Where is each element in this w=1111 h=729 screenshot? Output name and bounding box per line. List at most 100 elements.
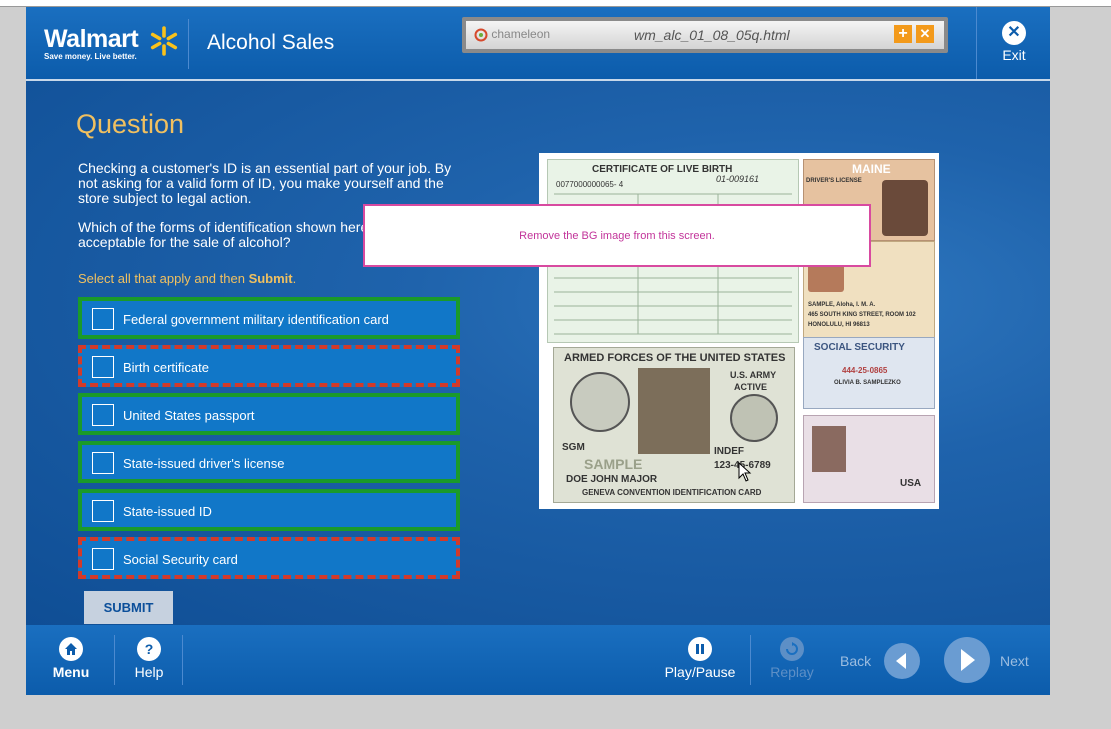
course-player: Walmart Save money. Live better. Alcohol…: [26, 7, 1050, 695]
checkbox[interactable]: [92, 404, 114, 426]
close-icon: ✕: [1002, 21, 1026, 45]
checkbox[interactable]: [92, 500, 114, 522]
chameleon-close-button[interactable]: ✕: [916, 25, 934, 43]
home-glyph: [65, 643, 77, 655]
military-branch: U.S. ARMY: [730, 370, 777, 380]
chameleon-logo-icon: [474, 28, 488, 42]
passport-photo: [812, 426, 846, 472]
answer-label: Social Security card: [123, 552, 238, 567]
instruction-hint: Select all that apply and then Submit.: [78, 271, 296, 286]
help-icon: ?: [137, 637, 161, 661]
answer-option[interactable]: Social Security card: [78, 537, 460, 579]
chameleon-toolbar: chameleon wm_alc_01_08_05q.html + ✕: [462, 17, 948, 53]
military-rank: SGM: [562, 442, 585, 453]
answer-label: United States passport: [123, 408, 255, 423]
military-title: ARMED FORCES OF THE UNITED STATES: [564, 352, 786, 364]
walmart-spark-icon: [150, 26, 178, 56]
review-note-popup: Remove the BG image from this screen.: [363, 204, 871, 267]
license-state: MAINE: [852, 162, 891, 176]
mouse-cursor-icon: [738, 462, 752, 482]
state-id-city: HONOLULU, HI 96813: [808, 322, 870, 328]
passport-country: USA: [900, 478, 922, 489]
next-button[interactable]: [944, 637, 990, 683]
pause-glyph: [696, 644, 704, 654]
next-arrow-icon: [961, 649, 975, 671]
military-id-photo: [638, 368, 710, 454]
checkbox[interactable]: [92, 308, 114, 330]
checkbox[interactable]: [92, 452, 114, 474]
ssn-number: 444-25-0865: [842, 366, 888, 375]
answer-option[interactable]: United States passport: [78, 393, 460, 435]
submit-button[interactable]: SUBMIT: [84, 591, 173, 624]
hint-action: Submit: [248, 271, 293, 286]
military-footer: GENEVA CONVENTION IDENTIFICATION CARD: [582, 488, 762, 497]
footer-divider: [750, 635, 751, 685]
license-header: DRIVER'S LICENSE: [806, 178, 862, 184]
answer-option[interactable]: Birth certificate: [78, 345, 460, 387]
header-bar: Walmart Save money. Live better. Alcohol…: [26, 7, 1050, 81]
chameleon-filename: wm_alc_01_08_05q.html: [634, 27, 790, 43]
ssn-name: OLIVIA B. SAMPLEZKO: [834, 380, 901, 386]
replay-button[interactable]: Replay: [764, 637, 820, 680]
hint-suffix: .: [292, 271, 297, 286]
review-note-text: Remove the BG image from this screen.: [519, 230, 715, 242]
answer-option[interactable]: State-issued ID: [78, 489, 460, 531]
next-label: Next: [1000, 653, 1029, 669]
license-photo: [882, 180, 928, 236]
chameleon-bar: chameleon wm_alc_01_08_05q.html + ✕: [466, 21, 944, 49]
army-seal-icon: [730, 394, 778, 442]
home-icon: [59, 637, 83, 661]
footer-divider: [182, 635, 183, 685]
answer-label: Birth certificate: [123, 360, 209, 375]
help-button[interactable]: ? Help: [124, 637, 174, 680]
chameleon-logo: chameleon: [474, 27, 550, 42]
chameleon-logo-text: chameleon: [491, 27, 551, 41]
passport-image: USA: [803, 415, 935, 503]
answer-label: Federal government military identificati…: [123, 312, 389, 327]
social-security-card-image: SOCIAL SECURITY 444-25-0865 OLIVIA B. SA…: [803, 337, 935, 409]
exit-label: Exit: [1002, 47, 1026, 63]
exit-button[interactable]: ✕ Exit: [986, 21, 1042, 63]
checkbox[interactable]: [92, 548, 114, 570]
ssn-title: SOCIAL SECURITY: [814, 342, 905, 353]
state-id-address: 465 SOUTH KING STREET, ROOM 102: [808, 312, 916, 318]
chameleon-add-button[interactable]: +: [894, 25, 912, 43]
state-id-name: SAMPLE, Aloha, I. M. A.: [808, 302, 876, 308]
answer-option[interactable]: Federal government military identificati…: [78, 297, 460, 339]
replay-label: Replay: [770, 664, 814, 680]
military-id-image: ARMED FORCES OF THE UNITED STATES U.S. A…: [553, 347, 795, 503]
walmart-logo: Walmart Save money. Live better.: [44, 25, 139, 61]
help-label: Help: [134, 664, 164, 680]
hint-prefix: Select all that apply and then: [78, 271, 249, 286]
top-border: [0, 0, 1111, 7]
play-pause-label: Play/Pause: [664, 664, 736, 680]
answer-label: State-issued ID: [123, 504, 212, 519]
military-name: DOE JOHN MAJOR: [566, 474, 658, 485]
question-slide: Question Checking a customer's ID is an …: [26, 81, 1050, 625]
eagle-seal-icon: [570, 372, 630, 432]
replay-glyph: [786, 642, 798, 655]
question-heading: Question: [76, 109, 185, 139]
header-divider: [188, 19, 189, 69]
answer-option[interactable]: State-issued driver's license: [78, 441, 460, 483]
menu-label: Menu: [52, 664, 90, 680]
exit-divider: [976, 7, 977, 79]
footer-bar: Menu ? Help Play/Pause Replay Back Next: [26, 625, 1050, 695]
brand-name: Walmart: [44, 25, 139, 53]
question-paragraph-1: Checking a customer's ID is an essential…: [78, 160, 452, 206]
play-pause-button[interactable]: Play/Pause: [662, 637, 738, 680]
military-status: ACTIVE: [734, 382, 768, 392]
pause-icon: [688, 637, 712, 661]
checkbox[interactable]: [92, 356, 114, 378]
military-expiration: INDEF: [714, 446, 744, 457]
back-arrow-icon: [896, 653, 906, 669]
back-button[interactable]: [884, 643, 920, 679]
brand-tagline: Save money. Live better.: [44, 52, 137, 61]
replay-icon: [780, 637, 804, 661]
sample-stamp: SAMPLE: [584, 456, 643, 472]
answer-label: State-issued driver's license: [123, 456, 285, 471]
back-label: Back: [840, 653, 872, 669]
footer-divider: [114, 635, 115, 685]
page-title: Alcohol Sales: [207, 31, 335, 54]
menu-button[interactable]: Menu: [46, 637, 96, 680]
